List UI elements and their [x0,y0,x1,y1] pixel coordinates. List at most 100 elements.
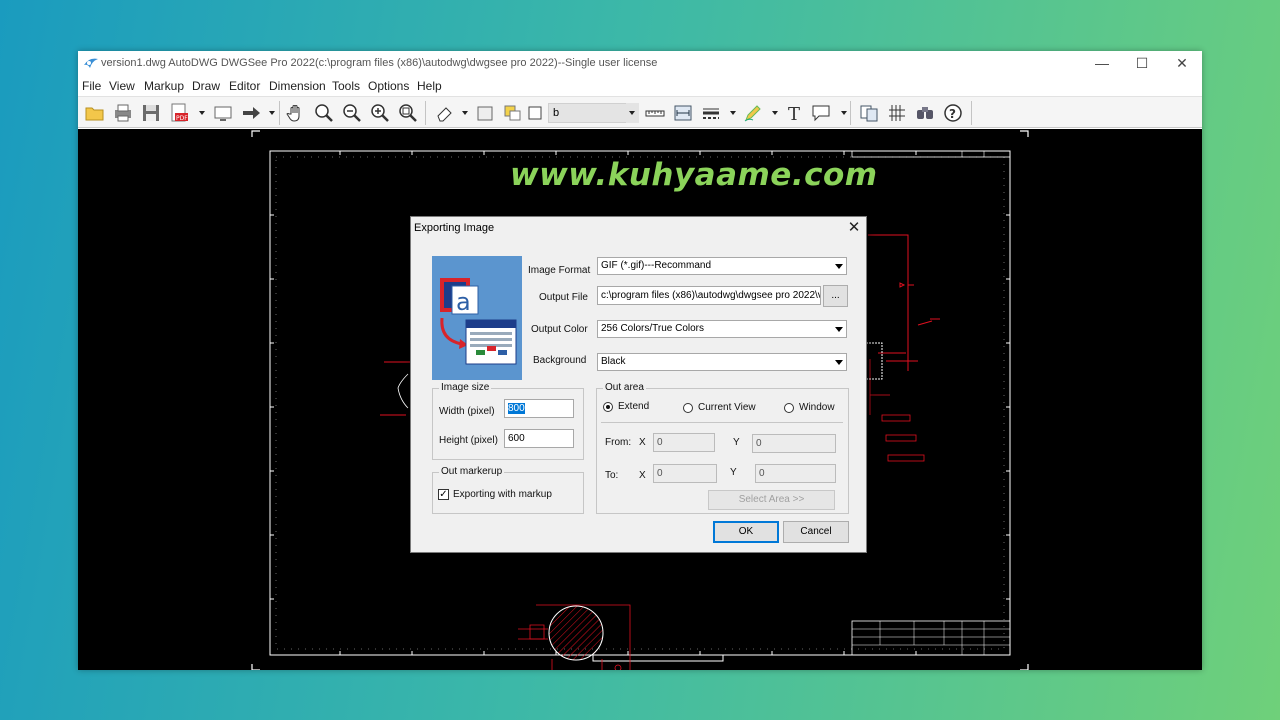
window-title: version1.dwg AutoDWG DWGSee Pro 2022(c:\… [101,57,658,69]
to-y-label: Y [730,467,737,478]
browse-button[interactable]: ... [823,285,848,307]
minimize-button[interactable]: — [1082,51,1122,75]
background-value: Black [601,356,626,367]
pan-hand-icon[interactable] [285,102,307,124]
menu-options[interactable]: Options [368,79,409,93]
comment-dropdown-caret[interactable] [841,111,847,115]
window-label: Window [799,402,835,413]
hatch-icon[interactable] [886,102,908,124]
linetype-icon[interactable] [700,102,722,124]
export-markup-checkbox[interactable]: ✓ [438,489,449,500]
menu-dimension[interactable]: Dimension [269,79,326,93]
extend-radio[interactable] [603,402,613,412]
chevron-down-icon[interactable] [832,322,845,336]
compare-icon[interactable] [858,102,880,124]
background-select[interactable]: Black [597,353,847,371]
zoom-window-icon[interactable] [313,102,335,124]
layer-select[interactable]: b [548,103,638,123]
background-label: Background [533,355,587,366]
out-markerup-group: Out markerup ✓ Exporting with markup [432,466,584,514]
export-dropdown-caret[interactable] [199,111,205,115]
image-format-value: GIF (*.gif)---Recommand [601,260,712,271]
save-icon[interactable] [140,102,162,124]
out-area-divider [601,422,843,423]
menu-view[interactable]: View [109,79,135,93]
watermark-text: www.kuhyaame.com [510,157,878,193]
close-button[interactable]: ✕ [1162,51,1202,75]
eraser-icon[interactable] [434,102,456,124]
chevron-down-icon[interactable] [832,355,845,369]
current-view-radio[interactable] [683,403,693,413]
pen-icon[interactable] [742,102,764,124]
svg-text:PDF: PDF [176,115,188,122]
out-area-title: Out area [603,382,646,393]
image-size-group: Image size Width (pixel) 800 Height (pix… [432,382,584,460]
menu-help[interactable]: Help [417,79,442,93]
arrow-right-icon[interactable] [240,102,262,124]
height-input[interactable]: 600 [504,429,574,448]
to-y-input[interactable]: 0 [755,464,836,483]
maximize-button[interactable]: ☐ [1122,51,1162,75]
current-view-label: Current View [698,402,756,413]
layer-square-icon[interactable] [524,102,546,124]
window-radio[interactable] [784,403,794,413]
toolbar-separator [850,101,851,125]
print-icon[interactable] [112,102,134,124]
export-image-dialog: Exporting Image ✕ a Image Format GIF (*.… [410,216,867,553]
zoom-extents-icon[interactable] [397,102,419,124]
layer-chevron-down-icon[interactable] [629,111,635,115]
export-pdf-icon[interactable]: PDF [168,102,190,124]
dialog-close-button[interactable]: ✕ [843,219,865,237]
arrow-dropdown-caret[interactable] [269,111,275,115]
out-markerup-title: Out markerup [439,466,505,477]
screen-icon[interactable] [212,102,234,124]
from-y-label: Y [733,437,740,448]
dimension-icon[interactable] [672,102,694,124]
width-input[interactable]: 800 [504,399,574,418]
find-icon[interactable] [914,102,936,124]
linetype-dropdown-caret[interactable] [730,111,736,115]
width-label: Width (pixel) [439,406,495,417]
image-format-select[interactable]: GIF (*.gif)---Recommand [597,257,847,275]
export-image-logo-icon: a [432,256,522,380]
menu-tools[interactable]: Tools [332,79,360,93]
to-x-input[interactable]: 0 [653,464,717,483]
image-size-title: Image size [439,382,492,393]
menu-draw[interactable]: Draw [192,79,220,93]
toolbar: PDF b T ? [78,96,1202,128]
export-markup-label: Exporting with markup [453,489,552,500]
layer-rect-icon[interactable] [474,102,496,124]
comment-icon[interactable] [810,102,832,124]
select-area-button[interactable]: Select Area >> [708,490,835,510]
open-folder-icon[interactable] [84,102,106,124]
chevron-down-icon[interactable] [832,259,845,273]
svg-text:T: T [788,104,800,124]
measure-icon[interactable] [644,102,666,124]
width-value: 800 [508,403,525,414]
ok-button[interactable]: OK [713,521,779,543]
height-label: Height (pixel) [439,435,498,446]
out-area-group: Out area Extend Current View Window From… [596,382,849,514]
output-file-label: Output File [539,292,588,303]
zoom-out-icon[interactable] [341,102,363,124]
layer-color-icon[interactable] [502,102,524,124]
text-icon[interactable]: T [784,102,806,124]
pen-dropdown-caret[interactable] [772,111,778,115]
extend-label: Extend [618,401,650,412]
help-icon[interactable]: ? [942,102,964,124]
output-color-select[interactable]: 256 Colors/True Colors [597,320,847,338]
dwgsee-logo-icon [84,58,98,68]
to-x-label: X [639,470,646,481]
menu-file[interactable]: File [82,79,101,93]
from-x-input[interactable]: 0 [653,433,715,452]
from-y-input[interactable]: 0 [752,434,836,453]
cancel-button[interactable]: Cancel [783,521,849,543]
menu-editor[interactable]: Editor [229,79,260,93]
eraser-dropdown-caret[interactable] [462,111,468,115]
menu-markup[interactable]: Markup [144,79,184,93]
svg-text:?: ? [949,107,956,121]
zoom-in-icon[interactable] [369,102,391,124]
output-file-input[interactable]: c:\program files (x86)\autodwg\dwgsee pr… [597,286,821,305]
output-color-label: Output Color [531,324,588,335]
toolbar-separator [425,101,426,125]
